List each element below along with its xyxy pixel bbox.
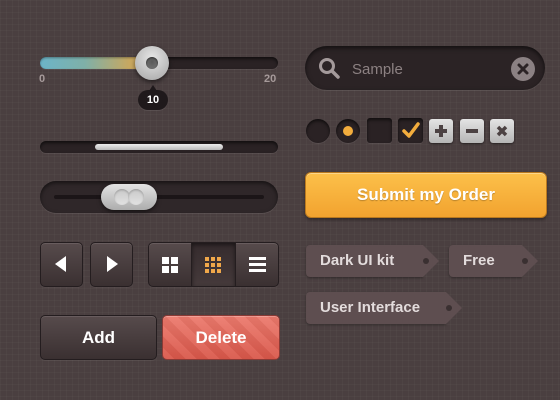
x-icon bbox=[517, 63, 529, 75]
search-icon bbox=[319, 58, 340, 79]
radio-checked[interactable] bbox=[336, 119, 360, 143]
grid-large-view-button[interactable] bbox=[149, 243, 193, 286]
next-button[interactable] bbox=[90, 242, 133, 287]
checkmark-icon bbox=[402, 122, 420, 138]
list-icon bbox=[248, 257, 266, 273]
plus-icon bbox=[435, 125, 447, 137]
list-view-button[interactable] bbox=[236, 243, 278, 286]
tag-label: User Interface bbox=[320, 299, 421, 316]
arrow-left-icon bbox=[55, 256, 66, 272]
tag-label: Dark UI kit bbox=[320, 252, 395, 269]
tag-label: Free bbox=[463, 252, 495, 269]
minus-icon bbox=[466, 129, 478, 133]
volume-slider-handle[interactable] bbox=[135, 46, 169, 80]
arrow-right-icon bbox=[107, 256, 118, 272]
progress-bar-fill bbox=[95, 144, 223, 150]
x-icon bbox=[496, 125, 508, 137]
plus-button[interactable] bbox=[429, 119, 453, 143]
slider-max-label: 20 bbox=[264, 73, 277, 85]
radio-unchecked[interactable] bbox=[306, 119, 330, 143]
add-button[interactable]: Add bbox=[40, 315, 157, 360]
checkbox-unchecked[interactable] bbox=[367, 118, 392, 143]
tag-item[interactable]: Free bbox=[449, 245, 538, 277]
search-input[interactable] bbox=[352, 58, 502, 80]
submit-order-button[interactable]: Submit my Order bbox=[305, 172, 547, 218]
grid-small-view-button[interactable] bbox=[192, 243, 236, 286]
clear-search-button[interactable] bbox=[511, 57, 535, 81]
grid-large-icon bbox=[162, 257, 178, 273]
tag-item[interactable]: Dark UI kit bbox=[306, 245, 439, 277]
slider-min-label: 0 bbox=[39, 73, 46, 85]
minus-button[interactable] bbox=[460, 119, 484, 143]
tag-item[interactable]: User Interface bbox=[306, 292, 462, 324]
grid-small-icon bbox=[205, 257, 222, 273]
toggle-track[interactable] bbox=[40, 181, 278, 213]
toggle-handle[interactable] bbox=[101, 184, 157, 210]
slider-value-tooltip: 10 bbox=[138, 85, 168, 110]
previous-button[interactable] bbox=[40, 242, 83, 287]
remove-button[interactable] bbox=[490, 119, 514, 143]
view-toggle-group bbox=[148, 242, 279, 287]
delete-button[interactable]: Delete bbox=[162, 315, 280, 360]
checkbox-checked[interactable] bbox=[398, 118, 423, 143]
